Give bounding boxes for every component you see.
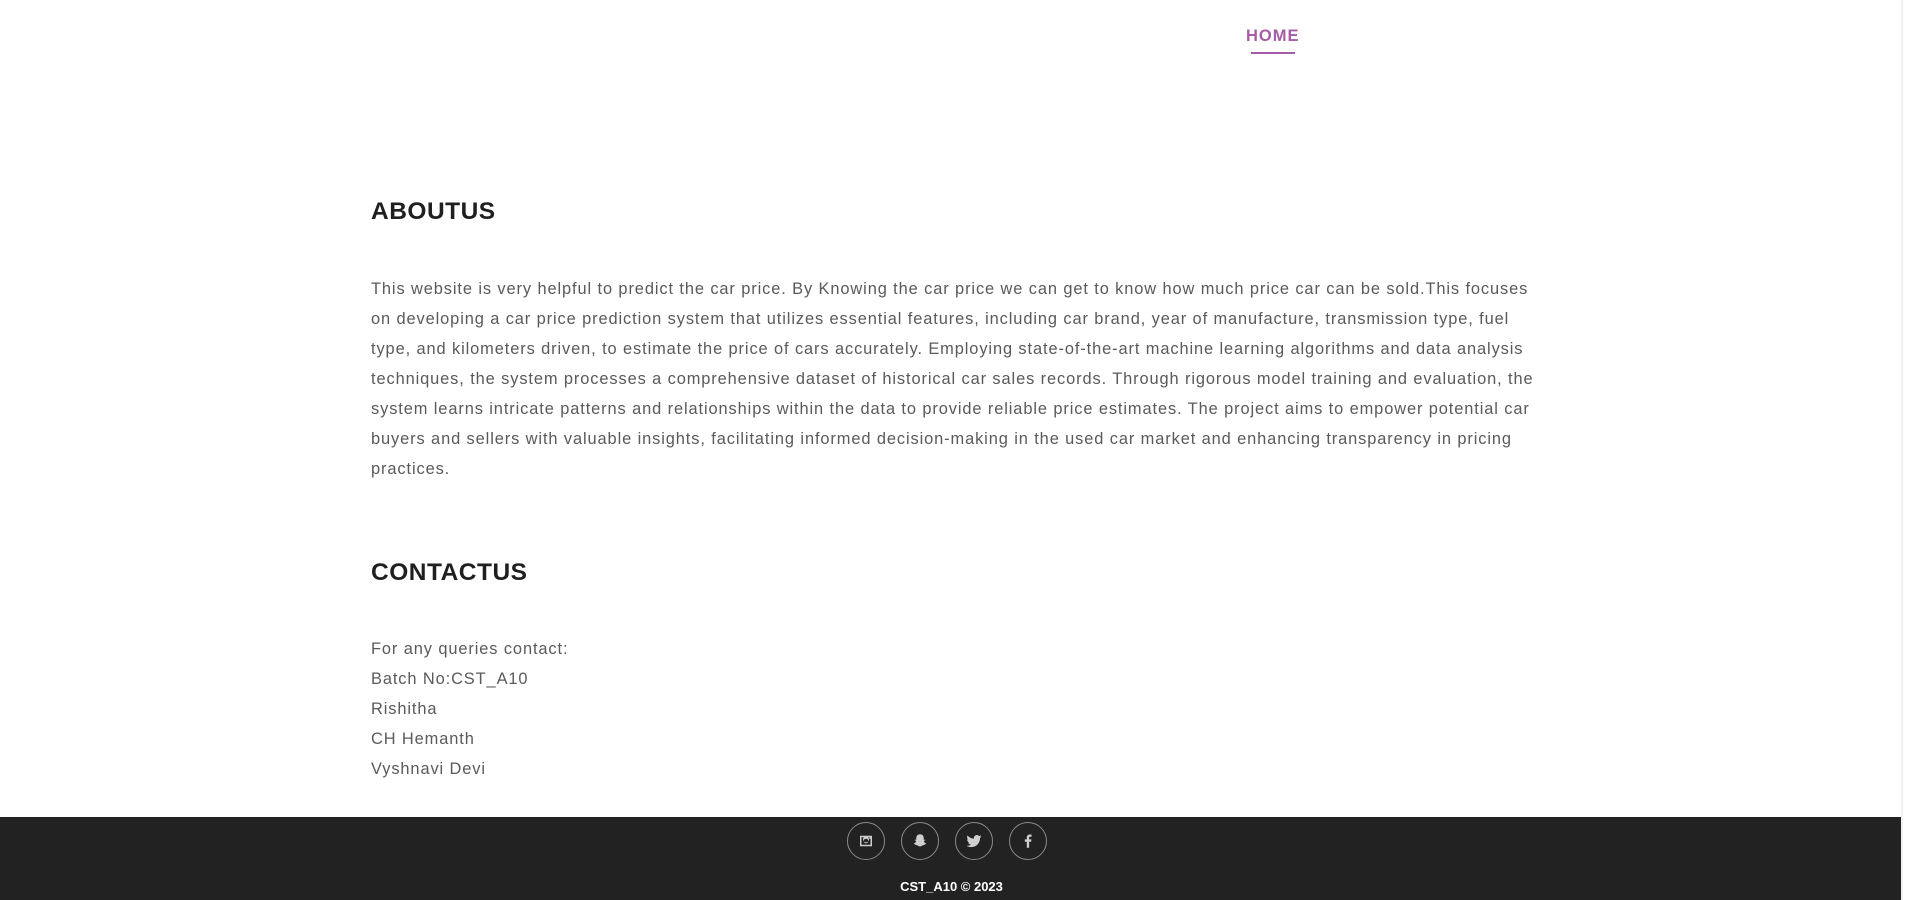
contact-list: For any queries contact: Batch No:CST_A1… [371, 634, 568, 784]
facebook-icon [1024, 834, 1032, 848]
contact-us-heading: CONTACTUS [371, 559, 528, 586]
nav-home-link[interactable]: HOME [1246, 26, 1300, 46]
contact-intro: For any queries contact: [371, 640, 569, 658]
social-links [847, 822, 1047, 860]
twitter-link[interactable] [955, 822, 993, 860]
contact-member: Vyshnavi Devi [371, 760, 486, 778]
nav-active-underline [1251, 52, 1295, 54]
twitter-icon [966, 835, 982, 848]
contact-member: CH Hemanth [371, 730, 475, 748]
instagram-link[interactable] [847, 822, 885, 860]
contact-batch-number: Batch No:CST_A10 [371, 670, 529, 688]
contact-member: Rishitha [371, 700, 438, 718]
about-us-description: This website is very helpful to predict … [371, 280, 1534, 478]
instagram-icon [860, 835, 872, 847]
facebook-link[interactable] [1009, 822, 1047, 860]
top-navigation: HOME [0, 0, 1903, 80]
footer-copyright: CST_A10 © 2023 [900, 879, 1003, 894]
about-us-heading: ABOUTUS [371, 198, 496, 225]
page: HOME ABOUTUS This website is very helpfu… [0, 0, 1903, 900]
snapchat-link[interactable] [901, 822, 939, 860]
page-scrollbar[interactable] [1901, 0, 1903, 900]
snapchat-icon [913, 834, 927, 847]
